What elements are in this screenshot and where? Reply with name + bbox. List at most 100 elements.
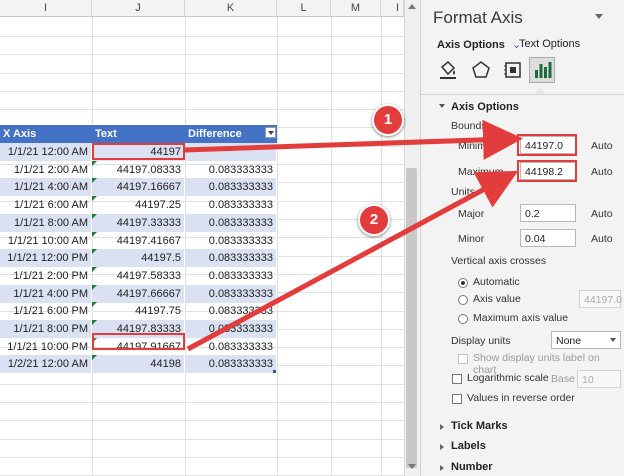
table-cell[interactable]: 44197.08333 <box>92 160 185 179</box>
highlight-maximum-input <box>517 160 577 182</box>
highlight-min-cell <box>92 143 185 160</box>
error-indicator-icon <box>92 213 97 219</box>
table-header-cell[interactable]: X Axis <box>0 125 92 143</box>
table-cell[interactable]: 0.083333333 <box>185 213 277 232</box>
table-resize-handle[interactable] <box>273 370 276 374</box>
column-header-j[interactable]: J <box>92 0 185 16</box>
section-tick-marks[interactable]: Tick Marks <box>451 420 508 432</box>
reverse-order-label[interactable]: Values in reverse order <box>467 392 575 404</box>
section-number[interactable]: Number <box>451 461 493 473</box>
table-cell[interactable]: 44197.33333 <box>92 213 185 232</box>
table-cell[interactable]: 1/1/21 12:00 PM <box>0 249 92 268</box>
table-cell[interactable]: 1/1/21 2:00 PM <box>0 266 92 285</box>
major-label: Major <box>458 208 485 220</box>
table-cell[interactable]: 0.083333333 <box>185 231 277 250</box>
table-cell[interactable]: 1/2/21 12:00 AM <box>0 355 92 374</box>
table-cell[interactable]: 0.083333333 <box>185 196 277 215</box>
error-indicator-icon <box>92 355 97 361</box>
callout-badge-1: 1 <box>372 104 404 136</box>
minimum-auto-button[interactable]: Auto <box>591 140 613 152</box>
table-cell[interactable]: 44198 <box>92 355 185 374</box>
collapse-icon[interactable] <box>439 104 445 108</box>
table-cell[interactable]: 0.083333333 <box>185 320 277 338</box>
table-cell[interactable]: 1/1/21 10:00 AM <box>0 231 92 250</box>
maximum-auto-button[interactable]: Auto <box>591 166 613 178</box>
table-cell[interactable]: 44197.25 <box>92 196 185 215</box>
automatic-radio-label[interactable]: Automatic <box>473 276 520 288</box>
table-cell[interactable]: 0.083333333 <box>185 266 277 285</box>
table-cell[interactable]: 1/1/21 4:00 PM <box>0 284 92 303</box>
units-label: Units <box>451 186 475 198</box>
table-cell[interactable]: 1/1/21 8:00 AM <box>0 213 92 232</box>
table-cell[interactable]: 0.083333333 <box>185 284 277 303</box>
axis-value-input[interactable]: 44197.0 <box>579 290 622 308</box>
table-cell[interactable]: 1/1/21 6:00 PM <box>0 302 92 321</box>
table-cell[interactable]: 0.083333333 <box>185 160 277 179</box>
expand-icon[interactable] <box>440 424 444 430</box>
logarithmic-scale-label[interactable]: Logarithmic scale <box>467 372 549 384</box>
table-cell[interactable]: 44197.5 <box>92 249 185 268</box>
error-indicator-icon <box>92 302 97 308</box>
pane-options-icon[interactable] <box>595 14 603 19</box>
table-cell[interactable] <box>185 143 277 161</box>
expand-icon[interactable] <box>440 444 444 450</box>
error-indicator-icon <box>92 160 97 166</box>
table-header-cell[interactable]: Difference <box>185 125 277 143</box>
table-cell[interactable]: 1/1/21 4:00 AM <box>0 178 92 197</box>
gridline <box>0 457 404 458</box>
table-cell[interactable]: 1/1/21 12:00 AM <box>0 143 92 161</box>
spreadsheet-grid[interactable]: I J K L M I X Axis Text Difference 1/1/21 1… <box>0 0 421 476</box>
tab-axis-options[interactable]: Axis Options ⌄ <box>437 38 521 51</box>
gridline <box>0 384 404 385</box>
table-cell[interactable]: 44197.41667 <box>92 231 185 250</box>
table-cell[interactable]: 1/1/21 8:00 PM <box>0 320 92 338</box>
table-cell[interactable]: 1/1/21 2:00 AM <box>0 160 92 179</box>
minor-unit-input[interactable]: 0.04 <box>520 229 576 247</box>
reverse-order-checkbox[interactable] <box>452 394 462 404</box>
maximum-axis-value-radio[interactable] <box>458 314 468 324</box>
table-cell[interactable]: 44197.66667 <box>92 284 185 303</box>
axis-value-radio-label[interactable]: Axis value <box>473 293 521 305</box>
tab-text-options[interactable]: Text Options <box>519 38 580 50</box>
table-cell[interactable]: 0.083333333 <box>185 249 277 268</box>
dropdown-arrow-icon[interactable] <box>610 338 616 342</box>
scroll-down-icon[interactable] <box>408 464 416 469</box>
expand-icon[interactable] <box>440 465 444 471</box>
error-indicator-icon <box>92 249 97 255</box>
table-cell[interactable]: 0.083333333 <box>185 337 277 356</box>
table-cell[interactable]: 44197.75 <box>92 302 185 321</box>
base-input[interactable]: 10 <box>577 370 621 388</box>
format-axis-pane: Format Axis Axis Options ⌄ Text Options … <box>420 0 624 476</box>
table-cell[interactable]: 1/1/21 6:00 AM <box>0 196 92 215</box>
logarithmic-scale-checkbox[interactable] <box>452 374 462 384</box>
major-auto-button[interactable]: Auto <box>591 208 613 220</box>
filter-dropdown-icon[interactable] <box>265 127 276 138</box>
automatic-radio[interactable] <box>458 278 468 288</box>
column-header-i[interactable]: I <box>0 0 92 16</box>
major-unit-input[interactable]: 0.2 <box>520 204 576 222</box>
table-cell[interactable]: 0.083333333 <box>185 355 277 374</box>
table-cell[interactable]: 1/1/21 10:00 PM <box>0 337 92 356</box>
column-header-k[interactable]: K <box>185 0 277 16</box>
table-cell[interactable]: 44197.16667 <box>92 178 185 197</box>
table-cell[interactable]: 44197.58333 <box>92 266 185 285</box>
scroll-thumb[interactable] <box>406 168 417 468</box>
minor-auto-button[interactable]: Auto <box>591 233 613 245</box>
column-header-m[interactable]: M <box>331 0 381 16</box>
table-cell[interactable]: 0.083333333 <box>185 178 277 197</box>
section-labels[interactable]: Labels <box>451 440 486 452</box>
effects-icon[interactable] <box>469 58 493 82</box>
show-units-label-checkbox[interactable] <box>458 354 468 364</box>
column-header-n[interactable]: I <box>381 0 404 16</box>
fill-line-icon[interactable] <box>436 58 460 82</box>
size-properties-icon[interactable] <box>501 58 525 82</box>
table-header-cell[interactable]: Text <box>92 125 185 143</box>
table-cell[interactable]: 0.083333333 <box>185 302 277 321</box>
scroll-up-icon[interactable] <box>408 4 416 9</box>
section-axis-options[interactable]: Axis Options <box>451 101 519 113</box>
axis-value-radio[interactable] <box>458 295 468 305</box>
column-header-l[interactable]: L <box>277 0 331 16</box>
error-indicator-icon <box>92 178 97 184</box>
maximum-axis-value-radio-label[interactable]: Maximum axis value <box>473 312 568 324</box>
axis-options-icon[interactable] <box>529 57 555 83</box>
